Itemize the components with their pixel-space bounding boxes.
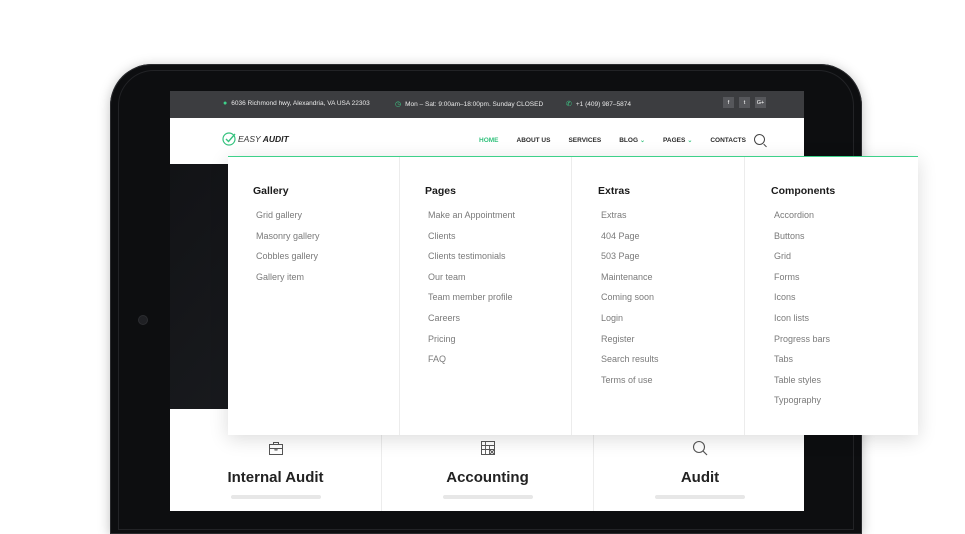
logo-text-bold: AUDIT: [262, 134, 289, 144]
top-info-bar: ● 6036 Richmond hwy, Alexandria, VA USA …: [170, 91, 804, 118]
menu-column-title: Components: [771, 185, 836, 197]
nav-about-us[interactable]: ABOUT US: [517, 137, 551, 144]
service-title: Audit: [680, 469, 720, 486]
menu-column-title: Gallery: [253, 185, 289, 197]
menu-item[interactable]: Cobbles gallery: [256, 250, 320, 271]
clock-icon: ◷: [395, 101, 402, 108]
service-description: [655, 495, 745, 499]
menu-item[interactable]: Terms of use: [601, 374, 659, 395]
address-text: 6036 Richmond hwy, Alexandria, VA USA 22…: [231, 100, 370, 107]
menu-item[interactable]: Tabs: [774, 353, 830, 374]
menu-list: Grid gallery Masonry gallery Cobbles gal…: [256, 209, 320, 291]
menu-item[interactable]: Search results: [601, 353, 659, 374]
menu-item[interactable]: Gallery item: [256, 271, 320, 292]
menu-item[interactable]: Our team: [428, 271, 515, 292]
service-description: [442, 495, 533, 499]
menu-item[interactable]: Coming soon: [601, 291, 659, 312]
menu-item[interactable]: 404 Page: [601, 230, 659, 251]
menu-item[interactable]: Register: [601, 333, 659, 354]
search-icon[interactable]: [754, 134, 765, 145]
hours-text: Mon – Sat: 9:00am–18:00pm. Sunday CLOSED: [405, 100, 544, 108]
main-nav: HOME ABOUT US SERVICES BLOG ⌄ PAGES ⌄ CONT…: [479, 137, 746, 144]
nav-pages[interactable]: PAGES ⌄: [663, 137, 692, 144]
menu-item[interactable]: Table styles: [774, 374, 830, 395]
menu-item[interactable]: Accordion: [774, 209, 830, 230]
logo-text-light: EASY: [238, 134, 261, 144]
twitter-icon[interactable]: t: [739, 97, 750, 108]
menu-item[interactable]: Masonry gallery: [256, 230, 320, 251]
service-description: [230, 495, 321, 499]
nav-pages-label: PAGES: [663, 137, 686, 144]
facebook-icon[interactable]: f: [723, 97, 734, 108]
tablet-camera: [139, 316, 147, 324]
phone-info[interactable]: ✆ +1 (409) 987–5874: [566, 100, 631, 109]
menu-list: Accordion Buttons Grid Forms Icons Icon …: [774, 209, 830, 415]
menu-item[interactable]: Progress bars: [774, 333, 830, 354]
checkmark-logo-icon: [222, 132, 236, 146]
search-icon: [692, 440, 708, 456]
service-title: Accounting: [446, 469, 529, 486]
chevron-down-icon: ⌄: [687, 138, 693, 144]
menu-item[interactable]: Login: [601, 312, 659, 333]
menu-item[interactable]: Forms: [774, 271, 830, 292]
menu-item[interactable]: Grid: [774, 250, 830, 271]
chevron-down-icon: ⌄: [640, 138, 646, 144]
menu-item[interactable]: Pricing: [428, 333, 515, 354]
address-info: ● 6036 Richmond hwy, Alexandria, VA USA …: [223, 100, 370, 107]
hours-info: ◷ Mon – Sat: 9:00am–18:00pm. Sunday CLOS…: [395, 100, 544, 109]
menu-item[interactable]: Make an Appointment: [428, 209, 515, 230]
menu-column-gallery: Gallery Grid gallery Masonry gallery Cob…: [228, 157, 400, 435]
menu-column-title: Pages: [425, 185, 456, 197]
social-links: f t G+: [723, 97, 766, 108]
menu-column-extras: Extras Extras 404 Page 503 Page Maintena…: [573, 157, 745, 435]
nav-blog-label: BLOG: [619, 137, 638, 144]
menu-column-pages: Pages Make an Appointment Clients Client…: [400, 157, 572, 435]
menu-column-title: Extras: [598, 185, 631, 197]
menu-list: Extras 404 Page 503 Page Maintenance Com…: [601, 209, 659, 394]
pages-mega-menu: Gallery Grid gallery Masonry gallery Cob…: [228, 156, 918, 435]
menu-item[interactable]: Maintenance: [601, 271, 659, 292]
google-plus-icon[interactable]: G+: [755, 97, 766, 108]
site-logo[interactable]: EASY AUDIT: [222, 132, 289, 146]
menu-item[interactable]: Buttons: [774, 230, 830, 251]
map-pin-icon: ●: [223, 100, 228, 107]
menu-item[interactable]: Icons: [774, 291, 830, 312]
nav-contacts[interactable]: CONTACTS: [710, 137, 746, 144]
menu-item[interactable]: Careers: [428, 312, 515, 333]
menu-item[interactable]: Grid gallery: [256, 209, 320, 230]
menu-column-components: Components Accordion Buttons Grid Forms …: [746, 157, 918, 435]
nav-blog[interactable]: BLOG ⌄: [619, 137, 645, 144]
spreadsheet-icon: [480, 441, 495, 455]
menu-item[interactable]: FAQ: [428, 353, 515, 374]
menu-item[interactable]: Clients: [428, 230, 515, 251]
briefcase-icon: [268, 442, 283, 455]
menu-item[interactable]: Extras: [601, 209, 659, 230]
nav-services[interactable]: SERVICES: [568, 137, 601, 144]
phone-icon: ✆: [566, 101, 572, 108]
menu-item[interactable]: Clients testimonials: [428, 250, 515, 271]
phone-text[interactable]: +1 (409) 987–5874: [576, 101, 631, 108]
service-title: Internal Audit: [227, 469, 324, 486]
menu-list: Make an Appointment Clients Clients test…: [428, 209, 515, 374]
menu-item[interactable]: Typography: [774, 394, 830, 415]
menu-item[interactable]: Icon lists: [774, 312, 830, 333]
menu-item[interactable]: Team member profile: [428, 291, 515, 312]
menu-item[interactable]: 503 Page: [601, 250, 659, 271]
nav-home[interactable]: HOME: [479, 137, 499, 144]
